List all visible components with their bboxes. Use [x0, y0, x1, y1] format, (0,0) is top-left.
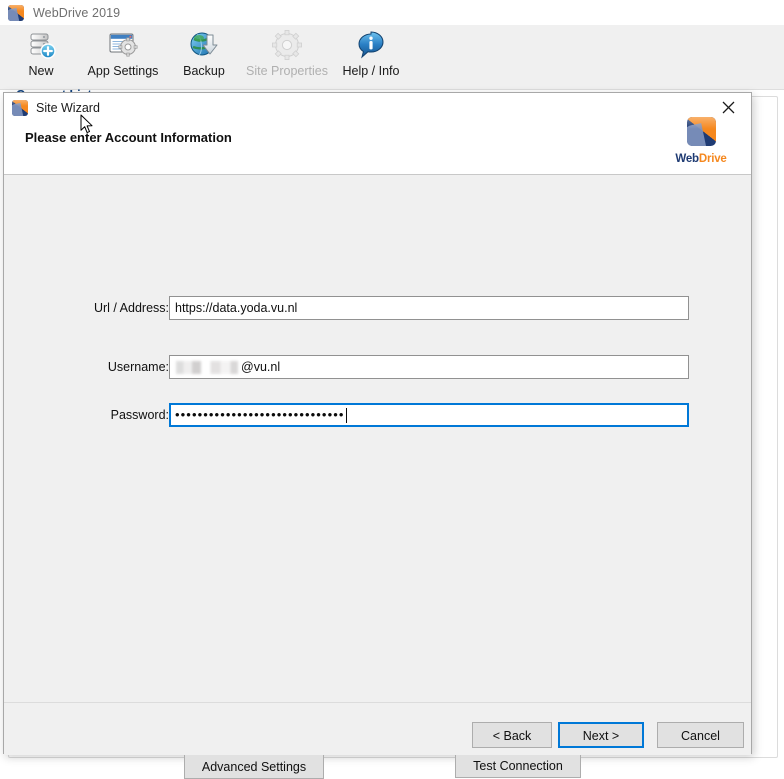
- new-site-icon: [25, 29, 57, 61]
- next-button[interactable]: Next >: [558, 722, 644, 748]
- toolbar-label-help-info: Help / Info: [343, 64, 400, 78]
- toolbar-label-site-properties: Site Properties: [246, 64, 328, 78]
- main-toolbar: New: [0, 25, 784, 90]
- field-row-password: Password: ••••••••••••••••••••••••••••••: [4, 403, 751, 427]
- webdrive-wordmark: WebDrive: [673, 153, 729, 165]
- app-title: WebDrive 2019: [33, 6, 120, 20]
- brand-word-drive: Drive: [699, 153, 727, 165]
- webdrive-logo-icon: [12, 100, 28, 116]
- toolbar-label-app-settings: App Settings: [88, 64, 159, 78]
- password-input[interactable]: ••••••••••••••••••••••••••••••: [169, 403, 689, 427]
- dialog-body: Url / Address: Username: @vu.nl Password…: [4, 175, 751, 702]
- webdrive-logo-icon: [687, 117, 716, 146]
- url-label: Url / Address:: [4, 296, 169, 320]
- username-value: @vu.nl: [241, 356, 280, 378]
- dialog-footer: < Back Next > Cancel: [4, 702, 751, 755]
- advanced-settings-button[interactable]: Advanced Settings: [184, 754, 324, 779]
- username-label: Username:: [4, 355, 169, 379]
- url-input[interactable]: [169, 296, 689, 320]
- toolbar-button-new[interactable]: New: [12, 29, 70, 87]
- test-connection-button[interactable]: Test Connection: [455, 753, 581, 778]
- toolbar-label-new: New: [28, 64, 53, 78]
- toolbar-label-backup: Backup: [183, 64, 225, 78]
- toolbar-button-backup[interactable]: Backup: [173, 29, 235, 87]
- field-row-url: Url / Address:: [4, 296, 751, 320]
- username-input[interactable]: @vu.nl: [169, 355, 689, 379]
- site-wizard-dialog: Site Wizard Please enter Account Informa…: [3, 92, 752, 754]
- toolbar-button-site-properties[interactable]: Site Properties: [240, 29, 334, 87]
- help-info-icon: [355, 29, 387, 61]
- dialog-title: Site Wizard: [36, 101, 100, 115]
- field-row-username: Username: @vu.nl: [4, 355, 751, 379]
- dialog-header: Please enter Account Information WebDriv…: [4, 122, 751, 175]
- main-window: WebDrive 2019: [0, 0, 784, 771]
- dialog-titlebar: Site Wizard: [4, 93, 751, 122]
- back-button[interactable]: < Back: [472, 722, 552, 748]
- site-properties-gear-icon: [271, 29, 303, 61]
- password-masked-value: ••••••••••••••••••••••••••••••: [175, 405, 345, 425]
- toolbar-button-app-settings[interactable]: App Settings: [78, 29, 168, 87]
- text-caret: [346, 408, 347, 423]
- toolbar-button-help-info[interactable]: Help / Info: [336, 29, 406, 87]
- dialog-heading: Please enter Account Information: [25, 130, 232, 145]
- close-icon: [722, 101, 735, 114]
- backup-globe-icon: [188, 29, 220, 61]
- cancel-button[interactable]: Cancel: [657, 722, 744, 748]
- app-settings-icon: [107, 29, 139, 61]
- username-redaction-block: [176, 361, 238, 374]
- webdrive-logo-icon: [8, 5, 24, 21]
- app-titlebar: WebDrive 2019: [0, 0, 784, 25]
- webdrive-brand: WebDrive: [673, 117, 729, 165]
- password-label: Password:: [4, 403, 169, 427]
- brand-word-web: Web: [675, 153, 698, 165]
